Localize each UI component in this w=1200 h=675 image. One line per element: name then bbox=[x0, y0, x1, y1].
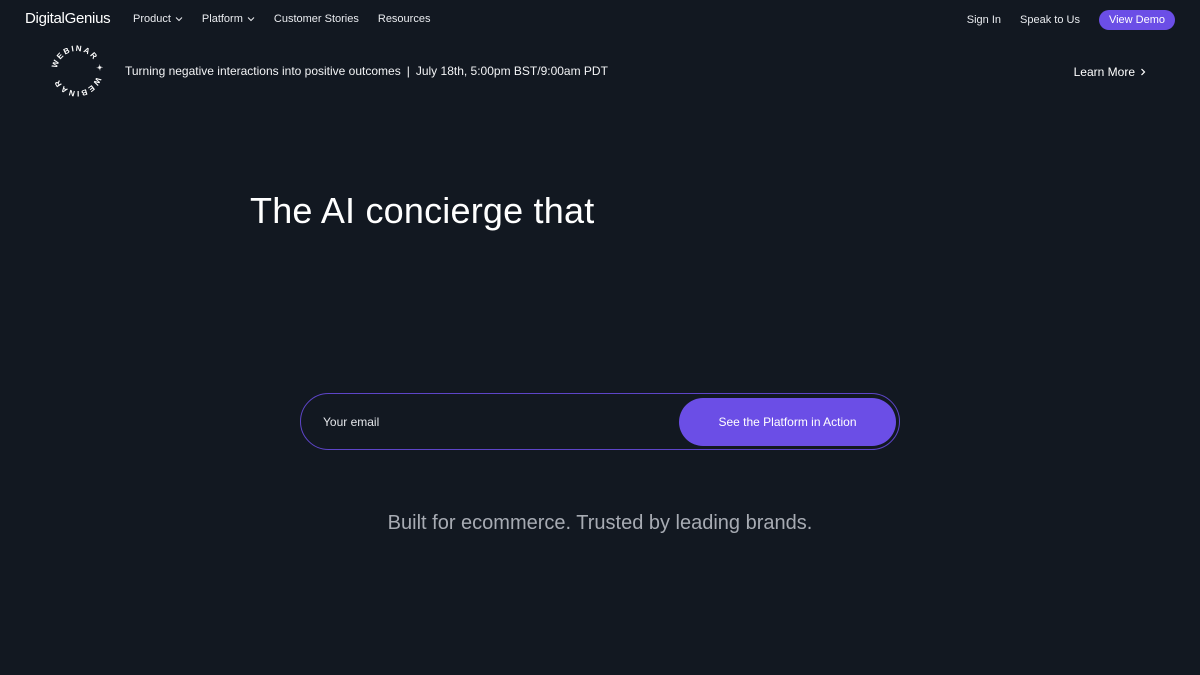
view-demo-button[interactable]: View Demo bbox=[1098, 10, 1175, 30]
nav-actions: Sign In Speak to Us View Demo bbox=[967, 10, 1175, 30]
nav-item-resources[interactable]: Resources bbox=[378, 13, 431, 25]
chevron-down-icon bbox=[247, 17, 255, 22]
nav-item-label: Resources bbox=[377, 13, 431, 25]
learn-more-link[interactable]: Learn More bbox=[1074, 65, 1146, 79]
top-nav: DigitalGenius Product Platform Customer … bbox=[0, 0, 1200, 40]
email-input[interactable] bbox=[323, 411, 663, 433]
webinar-badge-icon: WEBINAR ✦ WEBINAR ✦ bbox=[49, 43, 104, 98]
webinar-title: Turning negative interactions into posit… bbox=[125, 64, 401, 78]
webinar-banner: Turning negative interactions into posit… bbox=[125, 64, 608, 78]
logo[interactable]: DigitalGenius bbox=[25, 10, 111, 27]
nav-item-label: Platform bbox=[201, 13, 243, 25]
see-platform-button[interactable]: See the Platform in Action bbox=[679, 398, 896, 446]
sign-in-link[interactable]: Sign In bbox=[967, 14, 1001, 26]
nav-item-customer-stories[interactable]: Customer Stories bbox=[274, 13, 359, 25]
speak-to-us-link[interactable]: Speak to Us bbox=[1020, 14, 1080, 26]
chevron-down-icon bbox=[175, 17, 183, 22]
tagline: Built for ecommerce. Trusted by leading … bbox=[387, 512, 813, 534]
email-signup-form: See the Platform in Action bbox=[300, 393, 900, 450]
nav-links: Product Platform Customer Stories Resour… bbox=[133, 13, 430, 25]
hero-title: The AI concierge that bbox=[250, 190, 595, 231]
banner-separator: | bbox=[406, 64, 410, 78]
nav-item-platform[interactable]: Platform bbox=[202, 13, 255, 25]
chevron-right-icon bbox=[1141, 68, 1146, 76]
svg-text:WEBINAR ✦ WEBINAR ✦: WEBINAR ✦ WEBINAR ✦ bbox=[49, 43, 104, 98]
webinar-date: July 18th, 5:00pm BST/9:00am PDT bbox=[415, 64, 608, 78]
nav-item-label: Product bbox=[133, 13, 171, 25]
learn-more-label: Learn More bbox=[1073, 65, 1135, 79]
nav-item-label: Customer Stories bbox=[273, 13, 359, 25]
nav-item-product[interactable]: Product bbox=[133, 13, 183, 25]
